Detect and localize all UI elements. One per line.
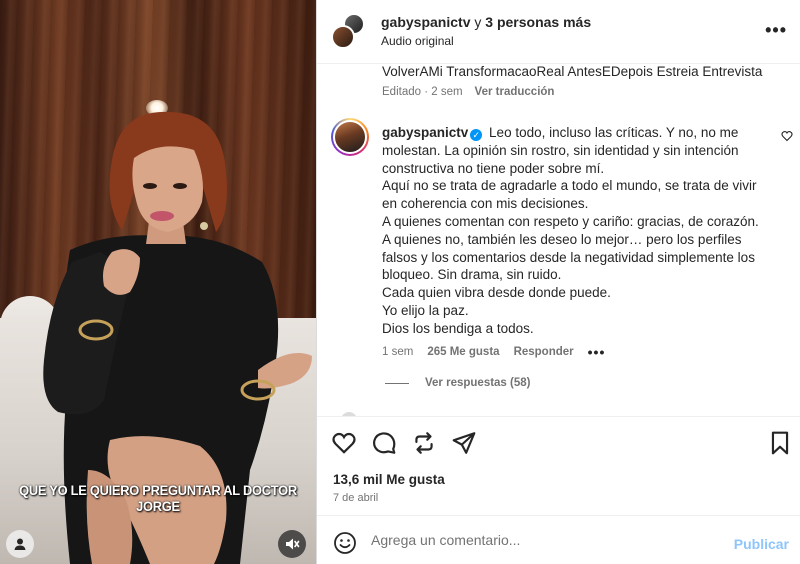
view-replies-label: Ver respuestas (58) xyxy=(425,377,531,389)
publish-button[interactable]: Publicar xyxy=(734,536,789,552)
mute-icon xyxy=(286,538,300,550)
avatar xyxy=(331,25,355,49)
see-translation-link[interactable]: Ver traducción xyxy=(475,86,555,98)
avatar xyxy=(333,120,367,154)
comment-line: A quienes comentan con respeto y cariño:… xyxy=(382,213,759,229)
emoji-icon[interactable] xyxy=(333,531,357,555)
video-subtitle: QUE YO LE QUIERO PREGUNTAR AL DOCTOR JOR… xyxy=(19,482,297,514)
comments-scroll[interactable]: VolverAMi TransformacaoReal AntesEDepois… xyxy=(317,64,800,416)
caption-meta: Editado · 2 sem Ver traducción xyxy=(382,86,554,98)
comment-composer: Publicar xyxy=(317,516,800,564)
post-author: gabyspanictv y 3 personas más xyxy=(381,14,591,30)
like-icon[interactable] xyxy=(331,430,357,456)
comment-icon[interactable] xyxy=(371,430,397,456)
save-icon[interactable] xyxy=(767,430,793,456)
comment-avatar[interactable] xyxy=(331,118,369,156)
reply-button[interactable]: Responder xyxy=(514,346,574,358)
replies-divider xyxy=(385,382,409,384)
post-date: 7 de abril xyxy=(333,492,379,504)
share-icon[interactable] xyxy=(451,430,477,456)
more-options-icon[interactable]: ••• xyxy=(765,20,787,41)
audio-link[interactable]: Audio original xyxy=(381,34,454,48)
comment-line: Yo elijo la paz. xyxy=(382,302,469,318)
action-bar: 13,6 mil Me gusta 7 de abril xyxy=(317,416,800,516)
comment-meta: 1 sem 265 Me gusta Responder ••• xyxy=(382,344,605,360)
comment-line: Cada quien vibra desde donde puede. xyxy=(382,285,611,301)
comment-text: gabyspanictv ✓ Leo todo, incluso las crít… xyxy=(382,124,762,338)
comment-line: Aquí no se trata de agradarle a todo el … xyxy=(382,178,757,212)
caption-edited-time: Editado · 2 sem xyxy=(382,86,463,98)
comment-more-icon[interactable]: ••• xyxy=(588,344,606,360)
user-icon xyxy=(14,538,26,550)
video-player[interactable]: QUE YO LE QUIERO PREGUNTAR AL DOCTOR JOR… xyxy=(0,0,316,564)
collaborators-link[interactable]: 3 personas más xyxy=(485,14,591,30)
caption-hashtags[interactable]: VolverAMi TransformacaoReal AntesEDepois… xyxy=(382,64,782,79)
comment-line: A quienes no, también les deseo lo mejor… xyxy=(382,231,755,283)
comment-line: Dios los bendiga a todos. xyxy=(382,320,534,336)
view-replies-button[interactable]: Ver respuestas (58) xyxy=(385,377,530,389)
mute-button[interactable] xyxy=(278,530,306,558)
collab-avatars[interactable] xyxy=(331,13,367,49)
author-username-link[interactable]: gabyspanictv xyxy=(381,14,470,30)
user-tags-button[interactable] xyxy=(6,530,34,558)
comment-input[interactable] xyxy=(371,528,721,552)
post-panel: gabyspanictv y 3 personas más Audio orig… xyxy=(316,0,800,564)
comment-time: 1 sem xyxy=(382,346,414,358)
woman-figure xyxy=(43,111,312,564)
post-likes-count[interactable]: 13,6 mil Me gusta xyxy=(333,472,445,487)
repost-icon[interactable] xyxy=(411,430,437,456)
comment-likes-link[interactable]: 265 Me gusta xyxy=(427,346,499,358)
comment-username-link[interactable]: gabyspanictv xyxy=(382,125,468,140)
comment-like-icon[interactable] xyxy=(781,130,793,142)
collab-connector: y xyxy=(470,14,486,30)
verified-badge-icon: ✓ xyxy=(470,129,483,141)
post-header: gabyspanictv y 3 personas más Audio orig… xyxy=(317,0,800,64)
